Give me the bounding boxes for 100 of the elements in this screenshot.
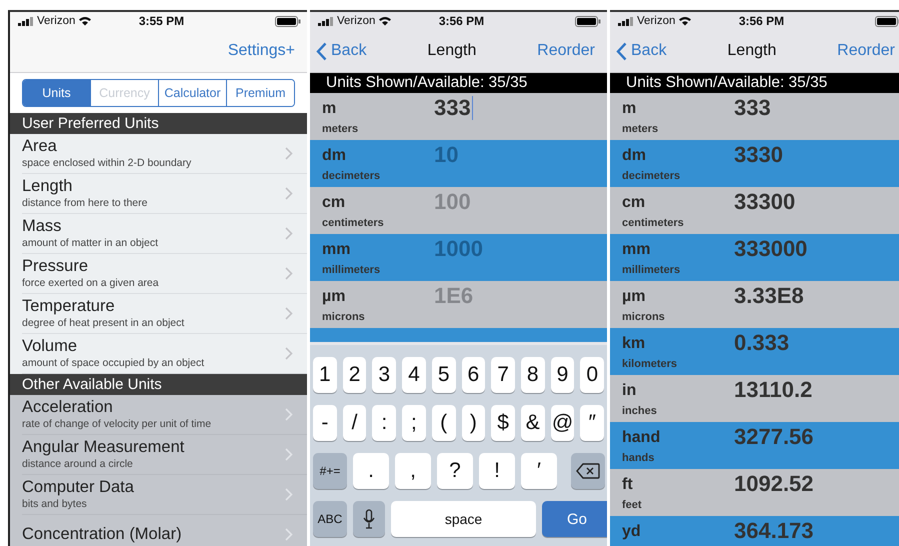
- unit-value[interactable]: 3277.56: [734, 422, 814, 450]
- segment-tab[interactable]: Premium: [226, 80, 294, 106]
- category-row[interactable]: Area space enclosed within 2-D boundary: [22, 134, 307, 174]
- category-row[interactable]: Concentration (Molar): [22, 515, 307, 546]
- key[interactable]: $: [491, 405, 515, 441]
- category-name: Volume: [22, 337, 78, 356]
- key[interactable]: ′: [521, 453, 557, 489]
- unit-name: kilometers: [622, 357, 678, 372]
- key[interactable]: 5: [432, 357, 456, 393]
- key[interactable]: 6: [462, 357, 486, 393]
- unit-name: feet: [622, 498, 643, 513]
- wifi-icon: [678, 16, 692, 26]
- unit-value[interactable]: 364.173: [734, 516, 814, 544]
- unit-symbol: dm: [322, 146, 347, 166]
- category-description: distance around a circle: [22, 457, 134, 471]
- chevron-icon: [285, 408, 293, 421]
- unit-symbol: yd: [622, 522, 642, 542]
- category-row[interactable]: Length distance from here to there: [22, 174, 307, 214]
- category-row[interactable]: Pressure force exerted on a given area: [22, 254, 307, 294]
- unit-name: millimeters: [622, 263, 682, 278]
- category-name: Computer Data: [22, 478, 135, 497]
- key[interactable]: 7: [491, 357, 515, 393]
- unit-value[interactable]: 3330: [734, 140, 783, 168]
- key[interactable]: ,: [395, 453, 431, 489]
- key[interactable]: ?: [437, 453, 473, 489]
- carrier-name: Verizon: [337, 15, 376, 27]
- category-row[interactable]: Angular Measurement distance around a circle: [22, 435, 307, 475]
- carrier-name: Verizon: [637, 15, 676, 27]
- unit-name: inches: [622, 404, 658, 419]
- key[interactable]: @: [550, 405, 574, 441]
- back-button[interactable]: Back: [316, 42, 367, 60]
- unit-value[interactable]: 1092.52: [734, 469, 814, 497]
- category-description: space enclosed within 2-D boundary: [22, 156, 192, 170]
- delete-key[interactable]: [571, 453, 605, 489]
- screen-title: Length: [727, 42, 776, 60]
- back-button[interactable]: Back: [616, 42, 667, 60]
- settings-link[interactable]: Settings+: [228, 42, 295, 60]
- key[interactable]: 8: [520, 357, 545, 393]
- signal-icon: [18, 16, 34, 26]
- category-row[interactable]: Acceleration rate of change of velocity per unit of time: [22, 395, 307, 435]
- key[interactable]: ;: [402, 405, 426, 441]
- category-row[interactable]: Computer Data bits and bytes: [22, 475, 307, 515]
- unit-value[interactable]: 33300: [734, 187, 796, 215]
- mode-key[interactable]: ABC: [313, 501, 347, 537]
- unit-value[interactable]: 0.333: [734, 328, 790, 356]
- key[interactable]: &: [520, 405, 545, 441]
- unit-symbol: hand: [622, 428, 662, 448]
- reorder-link[interactable]: Reorder: [537, 42, 595, 60]
- chevron-icon: [285, 227, 293, 240]
- back-chevron-icon: [316, 42, 327, 60]
- unit-value[interactable]: 333: [734, 93, 771, 121]
- key[interactable]: !: [479, 453, 515, 489]
- key[interactable]: 3: [372, 357, 396, 393]
- category-name: Angular Measurement: [22, 438, 186, 457]
- key[interactable]: /: [342, 405, 366, 441]
- category-name: Acceleration: [22, 398, 114, 417]
- unit-value[interactable]: 333: [434, 93, 474, 121]
- unit-name: centimeters: [622, 216, 685, 231]
- reorder-link[interactable]: Reorder: [837, 42, 895, 60]
- screen-title: Length: [427, 42, 476, 60]
- signal-icon: [318, 16, 334, 26]
- key[interactable]: 2: [342, 357, 366, 393]
- unit-name: meters: [322, 122, 360, 137]
- unit-name: millimeters: [322, 263, 382, 278]
- chevron-icon: [285, 528, 293, 541]
- unit-value[interactable]: 3.33E8: [734, 281, 804, 309]
- microphone-icon: [363, 509, 375, 529]
- category-description: force exerted on a given area: [22, 276, 160, 290]
- key[interactable]: -: [313, 405, 337, 441]
- unit-value[interactable]: 333000: [734, 234, 808, 262]
- unit-value[interactable]: 13110.2: [734, 375, 812, 403]
- key[interactable]: 9: [550, 357, 574, 393]
- segment-tab[interactable]: Units: [23, 80, 90, 106]
- category-row[interactable]: Mass amount of matter in an object: [22, 214, 307, 254]
- battery-icon: [574, 16, 601, 26]
- chevron-icon: [285, 187, 293, 200]
- unit-name: decimeters: [322, 169, 382, 184]
- dictation-key[interactable]: [353, 501, 385, 537]
- key[interactable]: ″: [580, 405, 604, 441]
- key[interactable]: 0: [580, 357, 604, 393]
- battery-icon: [874, 16, 899, 26]
- unit-name: decimeters: [622, 169, 682, 184]
- category-description: rate of change of velocity per unit of time: [22, 417, 212, 431]
- key[interactable]: .: [353, 453, 389, 489]
- space-key[interactable]: space: [391, 501, 536, 537]
- key[interactable]: 4: [402, 357, 426, 393]
- mode-key[interactable]: #+=: [313, 453, 347, 489]
- go-key[interactable]: Go: [542, 501, 607, 537]
- key[interactable]: (: [432, 405, 456, 441]
- unit-symbol: dm: [622, 146, 647, 166]
- unit-name: microns: [322, 310, 366, 325]
- key[interactable]: :: [372, 405, 396, 441]
- category-name: Temperature: [22, 297, 116, 316]
- status-time: 3:55 PM: [138, 14, 184, 28]
- status-time: 3:56 PM: [738, 14, 784, 28]
- category-description: amount of space occupied by an object: [22, 356, 206, 370]
- key[interactable]: ): [462, 405, 486, 441]
- category-row[interactable]: Temperature degree of heat present in an object: [22, 294, 307, 334]
- category-name: Length: [22, 177, 74, 196]
- key[interactable]: 1: [313, 357, 337, 393]
